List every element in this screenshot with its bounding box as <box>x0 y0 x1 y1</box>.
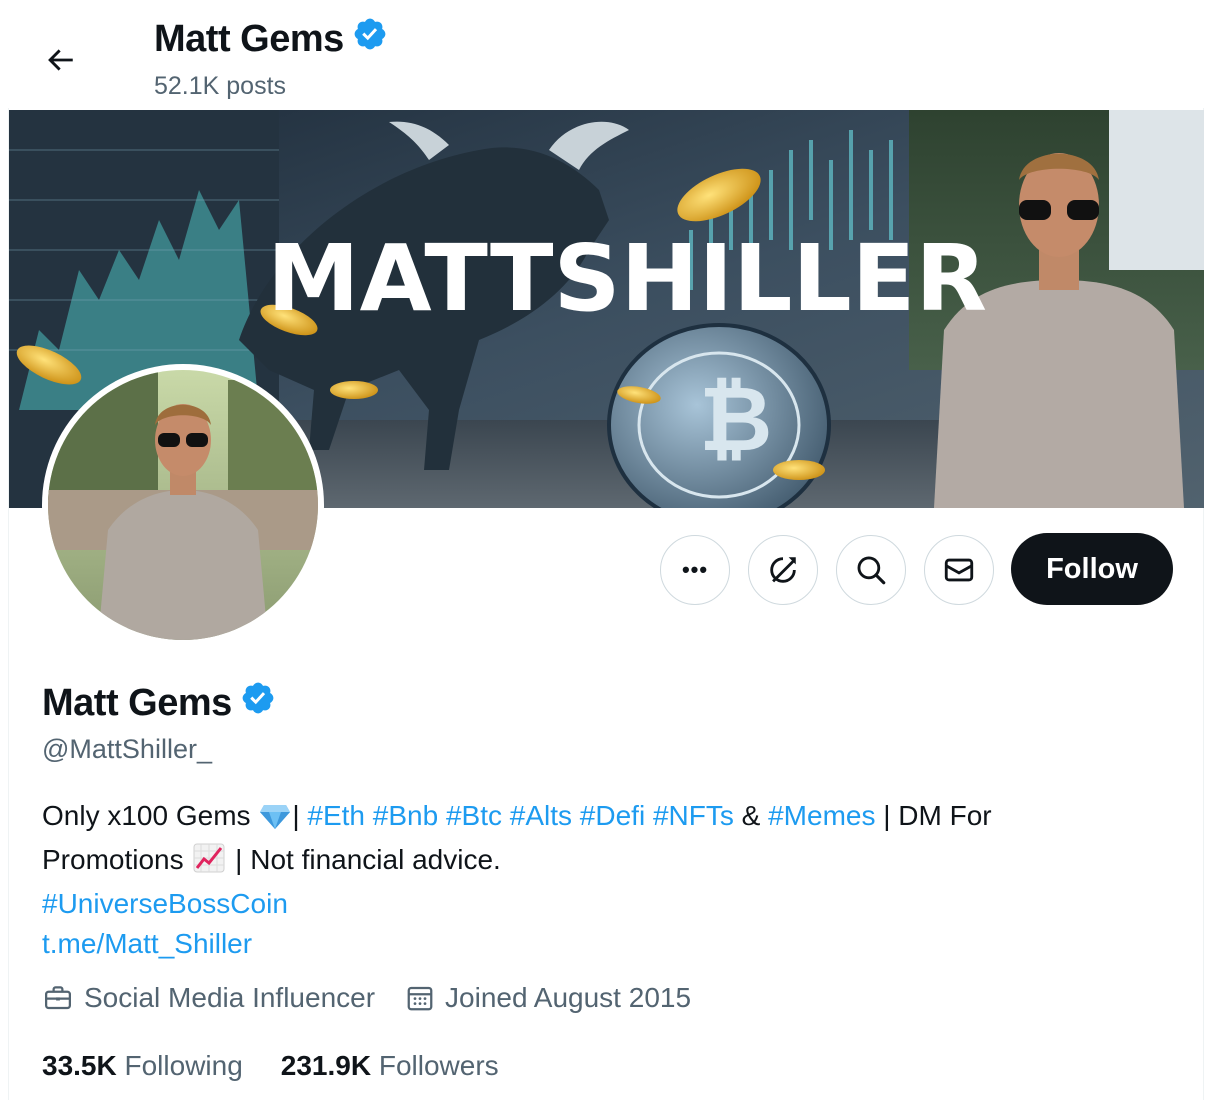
search-profile-button[interactable] <box>836 535 906 605</box>
hashtag-universebosscoin-link[interactable]: #UniverseBossCoin <box>42 884 1162 924</box>
joined-label: Joined August 2015 <box>445 982 692 1013</box>
following-label: Following <box>124 1050 243 1081</box>
profile-stats: 33.5K Following 231.9K Followers <box>42 1050 537 1082</box>
gem-emoji-icon <box>260 800 291 840</box>
verified-badge-icon[interactable] <box>240 680 276 726</box>
bio-line-1: Only x100 Gems | #Eth #Bnb #Btc #Alts #D… <box>42 796 1162 840</box>
grok-button[interactable] <box>748 535 818 605</box>
bio-line-2: Promotions | Not financial advice. <box>42 840 1162 884</box>
profile-display-name: Matt Gems <box>42 680 276 726</box>
profile-handle: @MattShiller_ <box>42 734 212 764</box>
bio-separator: | <box>292 800 308 831</box>
search-icon <box>857 556 886 585</box>
envelope-icon <box>944 558 974 582</box>
followers-count: 231.9K <box>280 1050 372 1081</box>
hashtag-alts-link[interactable]: #Alts <box>510 800 572 831</box>
hashtag-nfts-link[interactable]: #NFTs <box>653 800 734 831</box>
bio-text: Promotions <box>42 844 192 875</box>
arrow-left-icon <box>48 49 73 71</box>
briefcase-icon <box>45 986 71 1010</box>
follow-button[interactable]: Follow <box>1011 533 1173 605</box>
grok-icon <box>770 557 796 583</box>
chart-increasing-emoji-icon <box>193 843 225 884</box>
followers-label: Followers <box>378 1050 499 1081</box>
bio-ampersand: & <box>733 800 769 831</box>
hashtag-memes-link[interactable]: #Memes <box>768 800 875 831</box>
following-count: 33.5K <box>42 1050 117 1081</box>
header-display-name: Matt Gems <box>154 16 388 62</box>
bio-text: Only x100 Gems <box>42 800 259 831</box>
telegram-link[interactable]: t.me/Matt_Shiller <box>42 924 1162 964</box>
category-label: Social Media Influencer <box>84 982 376 1013</box>
hashtag-defi-link[interactable]: #Defi <box>580 800 645 831</box>
profile-bio: Only x100 Gems | #Eth #Bnb #Btc #Alts #D… <box>42 796 1162 964</box>
calendar-icon <box>407 986 433 1011</box>
back-button[interactable] <box>36 36 84 84</box>
hashtag-btc-link[interactable]: #Btc <box>446 800 502 831</box>
profile-meta: Social Media Influencer Joined August 20… <box>42 982 721 1014</box>
message-button[interactable] <box>924 535 994 605</box>
hashtag-bnb-link[interactable]: #Bnb <box>373 800 438 831</box>
bio-text: | Not financial advice. <box>227 844 501 875</box>
profile-name-text: Matt Gems <box>42 681 232 724</box>
verified-badge-icon[interactable] <box>352 16 388 62</box>
avatar[interactable] <box>42 364 324 646</box>
header-name-text: Matt Gems <box>154 17 344 60</box>
header-post-count: 52.1K posts <box>154 72 287 100</box>
more-icon: ••• <box>681 557 709 582</box>
followers-link[interactable]: 231.9K Followers <box>281 1050 499 1082</box>
profile-join-date: Joined August 2015 <box>405 982 691 1014</box>
following-link[interactable]: 33.5K Following <box>42 1050 243 1082</box>
profile-category: Social Media Influencer <box>42 982 375 1014</box>
banner-title: MATTSHILLER <box>267 225 987 332</box>
profile-header-bar: Matt Gems 52.1K posts <box>0 0 1226 108</box>
bio-text: | DM For <box>875 800 992 831</box>
svg-text:₿: ₿ <box>699 367 772 472</box>
hashtag-eth-link[interactable]: #Eth <box>307 800 365 831</box>
more-options-button[interactable]: ••• <box>660 535 730 605</box>
